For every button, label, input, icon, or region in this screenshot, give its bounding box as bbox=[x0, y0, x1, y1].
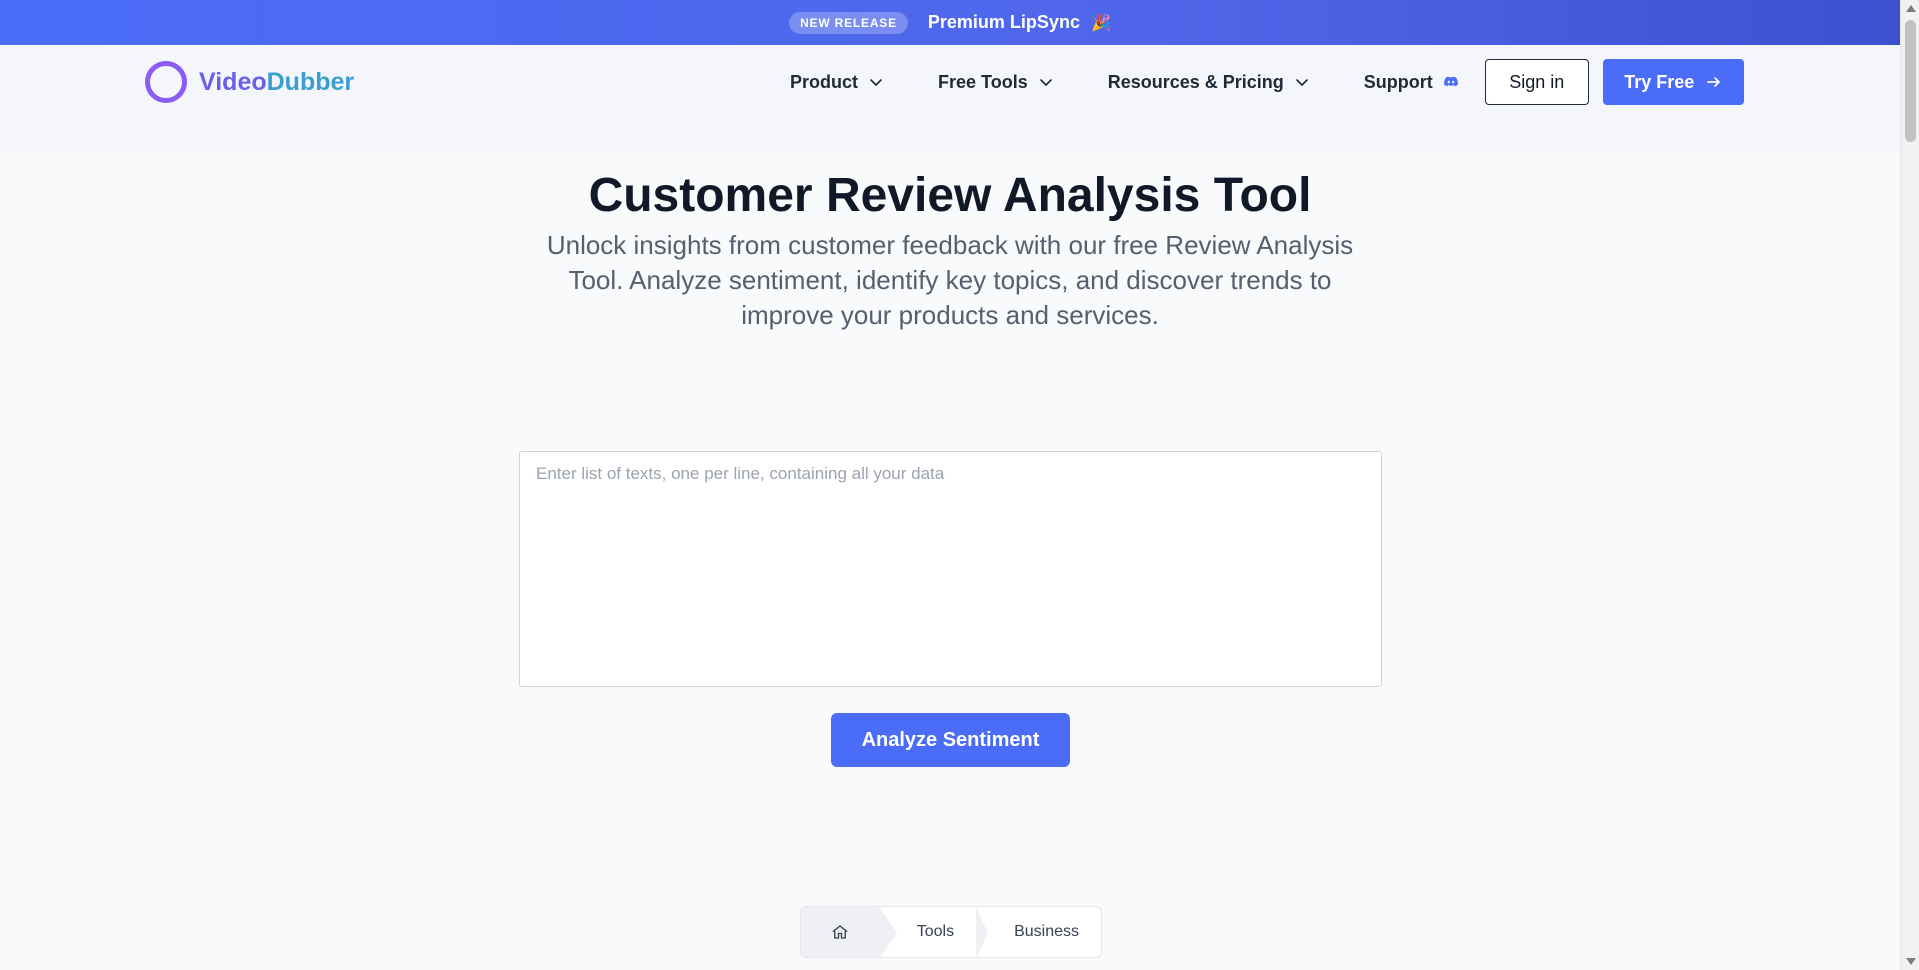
breadcrumb-home[interactable] bbox=[801, 907, 897, 957]
scroll-up-arrow-icon[interactable] bbox=[1906, 5, 1916, 12]
party-emoji-icon: 🎉 bbox=[1090, 15, 1111, 32]
nav-label-support: Support bbox=[1363, 71, 1433, 92]
nav-label-resources-pricing: Resources & Pricing bbox=[1107, 71, 1284, 92]
nav-label-free-tools: Free Tools bbox=[938, 71, 1028, 92]
arrow-right-icon bbox=[1707, 77, 1721, 87]
home-icon bbox=[832, 925, 848, 939]
page-subtitle: Unlock insights from customer feedback w… bbox=[546, 230, 1354, 330]
try-free-button[interactable]: Try Free bbox=[1602, 59, 1744, 105]
nav-label-product: Product bbox=[790, 71, 859, 92]
main-nav: Product Free Tools Resources & Pricing S… bbox=[790, 59, 1744, 105]
scroll-thumb[interactable] bbox=[1905, 20, 1916, 142]
page-title: Customer Review Analysis Tool bbox=[588, 169, 1312, 222]
breadcrumb-item-business[interactable]: Business bbox=[976, 907, 1101, 957]
chevron-down-icon bbox=[870, 79, 882, 86]
sign-in-button[interactable]: Sign in bbox=[1484, 59, 1589, 105]
announcement-bar[interactable]: NEW RELEASE Premium LipSync 🎉 bbox=[0, 0, 1900, 45]
logo-text: VideoDubber bbox=[199, 68, 354, 97]
scroll-down-arrow-icon[interactable] bbox=[1906, 958, 1916, 965]
logo-ring-icon bbox=[145, 61, 187, 103]
nav-item-product[interactable]: Product bbox=[790, 72, 884, 93]
announcement-label: Premium LipSync bbox=[927, 12, 1080, 32]
breadcrumb: Tools Business bbox=[800, 906, 1102, 958]
nav-item-resources-pricing[interactable]: Resources & Pricing bbox=[1108, 72, 1310, 93]
site-header: VideoDubber Product Free Tools Resources… bbox=[0, 45, 1900, 153]
new-release-badge: NEW RELEASE bbox=[789, 11, 908, 34]
nav-item-free-tools[interactable]: Free Tools bbox=[938, 72, 1054, 93]
logo-text-dubber: Dubber bbox=[266, 67, 355, 96]
chevron-down-icon bbox=[1039, 79, 1052, 86]
chevron-down-icon bbox=[1295, 79, 1308, 86]
analyze-sentiment-button[interactable]: Analyze Sentiment bbox=[831, 713, 1070, 767]
nav-item-support[interactable]: Support bbox=[1364, 72, 1459, 93]
announcement-text[interactable]: Premium LipSync 🎉 bbox=[928, 12, 1111, 33]
discord-icon bbox=[1443, 76, 1458, 87]
logo[interactable]: VideoDubber bbox=[145, 61, 354, 103]
page-scrollbar[interactable] bbox=[1900, 0, 1919, 970]
logo-text-video: Video bbox=[199, 67, 267, 96]
try-free-label: Try Free bbox=[1624, 71, 1695, 92]
reviews-textarea[interactable] bbox=[519, 451, 1382, 687]
